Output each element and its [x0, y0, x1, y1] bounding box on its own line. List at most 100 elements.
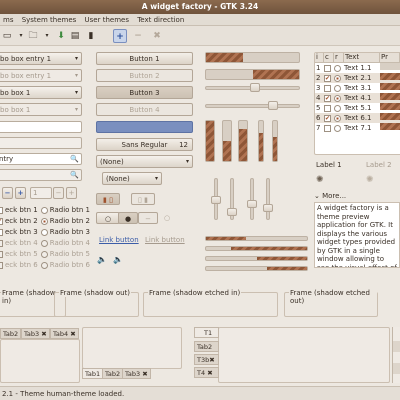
radio-2[interactable]: [40, 217, 48, 225]
checkbox-4: [0, 239, 3, 247]
tab-t4[interactable]: T4 ✖: [194, 367, 219, 378]
spin-minus-button[interactable]: −: [2, 187, 13, 199]
combo-none-2[interactable]: (None) ▾: [102, 172, 162, 185]
spinner-icon-disabled: ✺: [366, 175, 374, 185]
table-row[interactable]: 6 ✔ Text 6.1: [315, 113, 400, 123]
close-icon: ✖: [209, 356, 215, 364]
color-button[interactable]: [96, 121, 193, 133]
radio-3[interactable]: [40, 228, 48, 236]
add-icon[interactable]: +: [113, 29, 127, 43]
minus-icon[interactable]: −: [131, 29, 145, 43]
table-row[interactable]: 3 Text 3.1: [315, 83, 400, 93]
link-button[interactable]: Link button: [99, 236, 139, 244]
search-entry[interactable]: ntry 🔍: [0, 153, 82, 165]
font-button[interactable]: Sans Regular 12: [96, 138, 193, 151]
vprogress-5: [272, 120, 278, 162]
notebook-4: [392, 327, 400, 383]
vscale-4-slider[interactable]: [263, 204, 273, 212]
toolbar: ▭ ▾ 🗀 ▾ ⬇ ▤ ▮ + − ✖: [0, 26, 400, 46]
volume-icon[interactable]: 🔈: [97, 255, 107, 264]
tab-3[interactable]: Tab3 ✖: [122, 368, 151, 379]
tab-2[interactable]: Tab2: [0, 328, 22, 339]
open-icon[interactable]: ▭: [0, 29, 14, 43]
table-row[interactable]: 7 Text 7.1: [315, 123, 400, 133]
close-icon[interactable]: ✖: [150, 29, 164, 43]
table-row[interactable]: 1 Text 1.1: [315, 63, 400, 73]
menu-item-items[interactable]: ms: [0, 14, 16, 26]
table-row[interactable]: 2 ✔ Text 2.1: [315, 73, 400, 83]
tab-4[interactable]: Tab4 ✖: [50, 328, 79, 339]
button-1[interactable]: Button 1: [96, 52, 193, 65]
notebook-2: Tab1 Tab2 Tab3 ✖: [82, 327, 182, 383]
tab-3[interactable]: Tab3 ✖: [21, 328, 50, 339]
vscale-2-slider[interactable]: [227, 208, 237, 216]
link-button-disabled: Link button: [145, 236, 185, 244]
frame-shadow-etched-out: Frame (shadow etched out): [284, 289, 378, 317]
tab-tab2[interactable]: Tab2: [194, 341, 219, 352]
checkbox-2[interactable]: ✔: [0, 217, 3, 225]
checkbox-6: [0, 261, 3, 269]
table-row[interactable]: 4 ✔ Text 4.1: [315, 93, 400, 103]
spin-plus-disabled: +: [66, 187, 77, 199]
button-4: Button 4: [96, 103, 193, 116]
tab-t3b[interactable]: T3b✖: [194, 354, 219, 365]
text-entry[interactable]: [0, 121, 82, 133]
combo-entry-1[interactable]: bo box entry 1 ▾: [0, 52, 82, 65]
radio-1[interactable]: [40, 206, 48, 214]
frame-shadow-out: Frame (shadow out): [54, 289, 139, 317]
notebook-1: Tab2 Tab3 ✖ Tab4 ✖: [0, 327, 80, 383]
combo-box-1-disabled: bo box 1 ▾: [0, 103, 82, 116]
tab-1[interactable]: Tab1: [82, 368, 104, 379]
toggle-button-1[interactable]: ▮ ▯: [96, 193, 120, 205]
chevron-down-icon: ▾: [74, 55, 78, 62]
radio-toggle-1[interactable]: ○: [96, 212, 120, 224]
search-entry-disabled: 🔍: [0, 169, 82, 181]
radio-toggle-2[interactable]: ●: [118, 212, 138, 224]
checkbox-1[interactable]: [0, 206, 3, 214]
text-view[interactable]: A widget factory is a theme preview appl…: [314, 202, 400, 268]
combo-entry-1-disabled: bo box entry 1 ▾: [0, 69, 82, 82]
radio-toggle-3: −: [138, 212, 158, 224]
toggle-button-2: ▯ ▮: [131, 193, 155, 205]
combo-box-1[interactable]: bo box 1 ▾: [0, 86, 82, 99]
check-radio-group: eck btn 1Radio btn 1 ✔eck btn 2Radio btn…: [0, 205, 90, 271]
vscale-1-slider[interactable]: [211, 196, 221, 204]
progress-bar-2: [205, 69, 300, 80]
button-3[interactable]: Button 3: [96, 86, 193, 99]
spinner-icon: ✺: [316, 175, 324, 185]
down-arrow-icon[interactable]: ⬇: [54, 29, 68, 43]
button-2: Button 2: [96, 69, 193, 82]
scale-1-slider[interactable]: [250, 83, 260, 92]
radio-4: [40, 239, 48, 247]
notebook-3: T1 Tab2 T3b✖ T4 ✖: [194, 327, 391, 383]
label-2: Label 2: [366, 161, 392, 169]
label-1: Label 1: [316, 161, 342, 169]
expander[interactable]: ⌄ More...: [314, 192, 346, 200]
combo-none-1[interactable]: (None) ▾: [96, 155, 193, 168]
menu-item-system-themes[interactable]: System themes: [19, 14, 80, 26]
paste-icon[interactable]: ▤: [68, 29, 82, 43]
checkbox-3[interactable]: [0, 228, 3, 236]
scale-2-slider[interactable]: [268, 101, 278, 110]
chevron-down-icon: ⌄: [314, 192, 320, 200]
spin-plus-button[interactable]: +: [15, 187, 26, 199]
table-row[interactable]: 5 Text 5.1: [315, 103, 400, 113]
close-icon: ✖: [142, 370, 148, 378]
menubar: ms System themes User themes Text direct…: [0, 14, 400, 26]
menu-item-user-themes[interactable]: User themes: [82, 14, 132, 26]
menu-item-text-direction[interactable]: Text direction: [134, 14, 187, 26]
hprogress-bar: [205, 236, 308, 241]
pointer-icon[interactable]: ▮: [84, 29, 98, 43]
scale-2-trough: [205, 104, 300, 108]
volume-icon-disabled: 🔈: [113, 255, 123, 264]
tab-2[interactable]: Tab2: [102, 368, 124, 379]
dropdown-icon[interactable]: ▾: [40, 29, 54, 43]
progress-bar-1: [205, 52, 300, 63]
vprogress-1: [205, 120, 215, 162]
chevron-down-icon: ▾: [74, 72, 78, 79]
hprogress-bar-4: [205, 266, 308, 271]
window-title: A widget factory - GTK 3.24: [0, 0, 400, 14]
folder-icon[interactable]: 🗀: [26, 29, 40, 43]
tab-t1[interactable]: T1: [194, 327, 219, 338]
vscale-3-slider[interactable]: [247, 200, 257, 208]
